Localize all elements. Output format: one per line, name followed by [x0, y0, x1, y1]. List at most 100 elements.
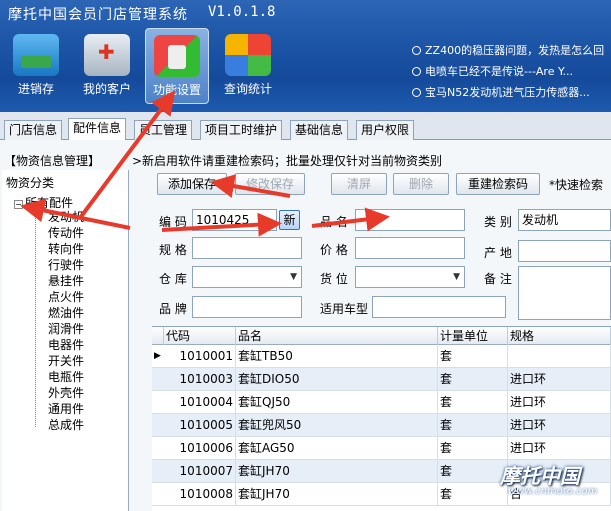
- cell-name[interactable]: 套缸TB50: [236, 345, 438, 368]
- news-item[interactable]: 电喷车已经不是传说---Are Y...: [412, 61, 604, 82]
- news-item[interactable]: 宝马N52发动机进气压力传感器...: [412, 82, 604, 103]
- spec-field[interactable]: [192, 237, 302, 259]
- cell-code[interactable]: 1010003: [164, 368, 236, 391]
- my-customers-label: 我的客户: [82, 82, 131, 96]
- tab-basic-info[interactable]: 基础信息: [290, 120, 349, 140]
- code-field[interactable]: 1010425: [192, 209, 277, 231]
- code-label: 编 码: [159, 215, 187, 229]
- brand-label: 品 牌: [159, 302, 187, 316]
- tree-item[interactable]: 发动机: [48, 209, 84, 225]
- price-label: 价 格: [320, 243, 348, 257]
- location-select[interactable]: ▼: [355, 266, 465, 288]
- table-row[interactable]: ▶ 1010001 套缸TB50 套: [152, 345, 611, 368]
- origin-field[interactable]: [518, 240, 611, 262]
- column-name[interactable]: 品名: [236, 327, 438, 345]
- cell-name[interactable]: 套缸JH70: [236, 460, 438, 483]
- cell-code[interactable]: 1010005: [164, 414, 236, 437]
- collapse-icon[interactable]: −: [14, 200, 23, 209]
- table-row[interactable]: 1010005 套缸兜风50 套 进口环: [152, 414, 611, 437]
- cell-name[interactable]: 套缸QJ50: [236, 391, 438, 414]
- table-row[interactable]: 1010006 套缸AG50 套 进口环: [152, 437, 611, 460]
- tree-item[interactable]: 点火件: [48, 289, 84, 305]
- add-save-button[interactable]: 添加保存: [157, 173, 227, 195]
- model-label: 适用车型: [320, 302, 369, 316]
- name-label: 品 名: [320, 215, 348, 229]
- price-field[interactable]: [355, 237, 465, 259]
- cell-code[interactable]: 1010007: [164, 460, 236, 483]
- cell-unit[interactable]: 套: [438, 414, 508, 437]
- tree-item[interactable]: 电瓶件: [48, 369, 84, 385]
- tree-item[interactable]: 悬挂件: [48, 273, 84, 289]
- cell-spec[interactable]: 进口环: [508, 391, 611, 414]
- my-customers-button[interactable]: 我的客户: [75, 28, 139, 104]
- cell-unit[interactable]: 套: [438, 437, 508, 460]
- delete-button[interactable]: 删除: [393, 173, 449, 195]
- cell-unit[interactable]: 套: [438, 391, 508, 414]
- remark-field[interactable]: [518, 266, 611, 320]
- warehouse-select[interactable]: ▼: [192, 266, 302, 288]
- tab-staff[interactable]: 员工管理: [134, 120, 193, 140]
- origin-label: 产 地: [484, 246, 512, 260]
- tree-item[interactable]: 通用件: [48, 401, 84, 417]
- location-label: 货 位: [320, 272, 348, 286]
- cell-spec[interactable]: 进口环: [508, 368, 611, 391]
- tab-permissions[interactable]: 用户权限: [356, 120, 415, 140]
- cell-name[interactable]: 套缸DIO50: [236, 368, 438, 391]
- bullet-icon: [412, 88, 421, 97]
- bullet-icon: [412, 67, 421, 76]
- model-field[interactable]: [372, 296, 506, 318]
- cell-spec[interactable]: 进口环: [508, 437, 611, 460]
- cell-unit[interactable]: 套: [438, 460, 508, 483]
- cell-code[interactable]: 1010006: [164, 437, 236, 460]
- cell-code[interactable]: 1010004: [164, 391, 236, 414]
- cell-name[interactable]: 套缸AG50: [236, 437, 438, 460]
- column-spec[interactable]: 规格: [508, 327, 611, 345]
- cell-unit[interactable]: 套: [438, 483, 508, 506]
- brand-field[interactable]: [192, 296, 302, 318]
- tree-item[interactable]: 燃油件: [48, 305, 84, 321]
- cell-spec[interactable]: 进口环: [508, 414, 611, 437]
- news-item[interactable]: ZZ400的稳压器问题，发热是怎么回: [412, 40, 604, 61]
- tree-item[interactable]: 总成件: [48, 417, 84, 433]
- cell-name[interactable]: 套缸兜风50: [236, 414, 438, 437]
- panel-hint: >新启用软件请重建检索码；批量处理仅针对当前物资类别: [132, 154, 443, 168]
- tree-item[interactable]: 外壳件: [48, 385, 84, 401]
- tab-parts-info[interactable]: 配件信息: [68, 118, 127, 141]
- app-version: V1.0.1.8: [208, 4, 276, 20]
- current-row-icon: ▶: [154, 351, 161, 361]
- cell-name[interactable]: 套缸JH70: [236, 483, 438, 506]
- function-settings-label: 功能设置: [152, 83, 201, 97]
- cell-spec[interactable]: [508, 345, 611, 368]
- tree-item[interactable]: 传动件: [48, 225, 84, 241]
- name-field[interactable]: [355, 209, 465, 231]
- tree-item[interactable]: 润滑件: [48, 321, 84, 337]
- tab-hours[interactable]: 项目工时维护: [200, 120, 283, 140]
- cell-unit[interactable]: 套: [438, 368, 508, 391]
- modify-save-button[interactable]: 修改保存: [235, 173, 305, 195]
- tree-item[interactable]: 行驶件: [48, 257, 84, 273]
- column-unit[interactable]: 计量单位: [438, 327, 508, 345]
- cell-code[interactable]: 1010001: [164, 345, 236, 368]
- column-code[interactable]: 代码: [164, 327, 236, 345]
- cell-unit[interactable]: 套: [438, 345, 508, 368]
- tree-items: 发动机 传动件 转向件 行驶件 悬挂件 点火件 燃油件 润滑件 电器件 开关件 …: [48, 209, 84, 433]
- category-field[interactable]: 发动机: [518, 209, 611, 231]
- new-code-button[interactable]: 新: [279, 210, 300, 230]
- table-row[interactable]: 1010003 套缸DIO50 套 进口环: [152, 368, 611, 391]
- tab-store-info[interactable]: 门店信息: [4, 120, 63, 140]
- sales-inventory-button[interactable]: 进销存: [4, 28, 68, 104]
- rebuild-index-button[interactable]: 重建检索码: [456, 173, 540, 195]
- bullet-icon: [412, 46, 421, 55]
- query-stats-button[interactable]: 查询统计: [216, 28, 280, 104]
- clear-button[interactable]: 清屏: [331, 173, 387, 195]
- app-header: 摩托中国会员门店管理系统 V1.0.1.8 进销存 我的客户 功能设置 查询统计…: [0, 0, 611, 112]
- tab-strip: 门店信息 配件信息 员工管理 项目工时维护 基础信息 用户权限: [0, 116, 611, 141]
- tree-item[interactable]: 转向件: [48, 241, 84, 257]
- tree-item[interactable]: 电器件: [48, 337, 84, 353]
- tree-item[interactable]: 开关件: [48, 353, 84, 369]
- chevron-down-icon: ▼: [290, 272, 297, 282]
- function-settings-button[interactable]: 功能设置: [145, 28, 209, 104]
- cell-code[interactable]: 1010008: [164, 483, 236, 506]
- table-row[interactable]: 1010004 套缸QJ50 套 进口环: [152, 391, 611, 414]
- chevron-down-icon: ▼: [453, 272, 460, 282]
